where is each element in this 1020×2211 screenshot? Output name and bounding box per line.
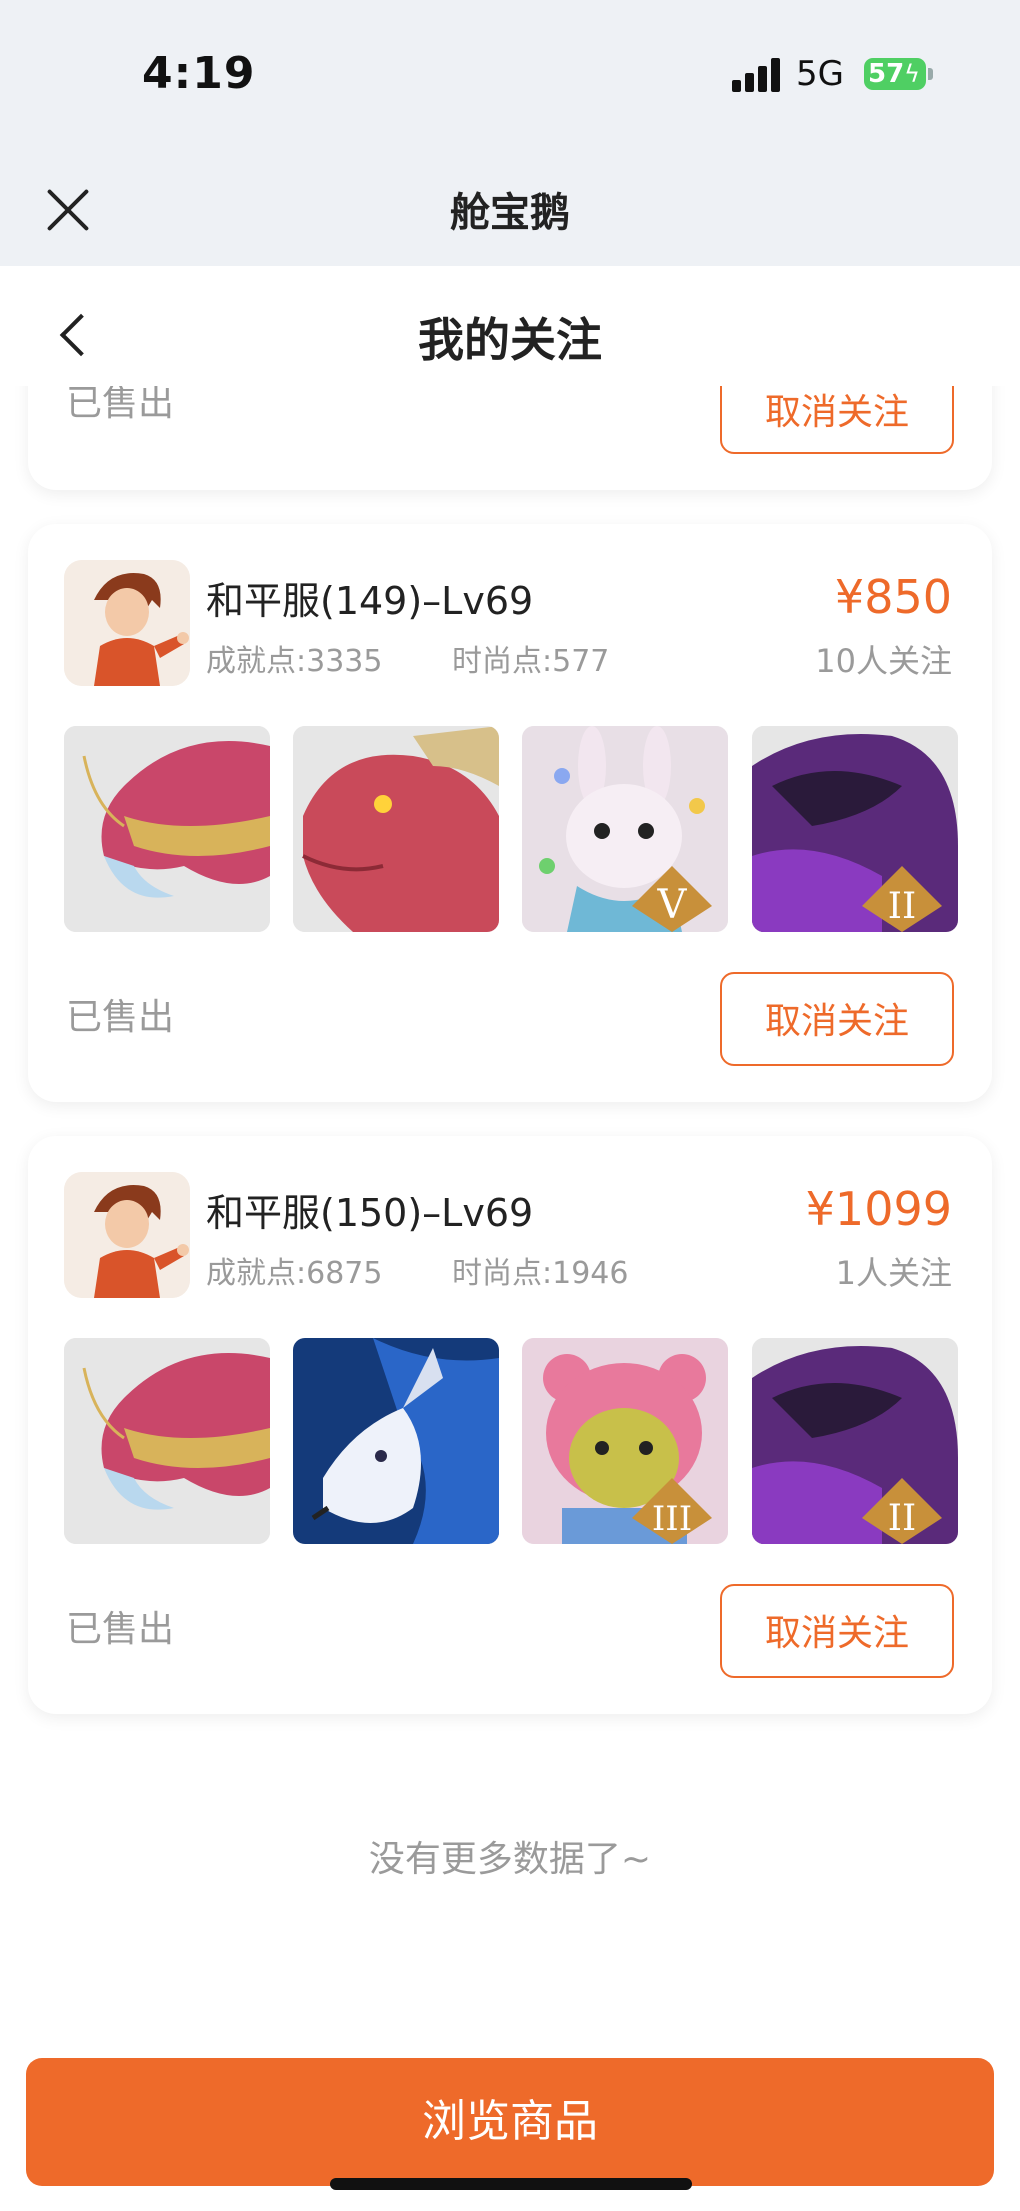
pink-bear-thumbnail[interactable]: III [522,1338,728,1544]
battery-level: 57 [868,59,905,89]
svg-text:II: II [888,1498,916,1539]
red-dragon-thumbnail[interactable] [293,726,499,932]
blue-deer-thumbnail[interactable] [293,1338,499,1544]
unfollow-button[interactable]: 取消关注 [720,972,954,1066]
followed-item-card[interactable]: 和平服(149)–Lv69 成就点:3335 时尚点:577 ¥850 10人关… [28,524,992,1102]
pink-dragon-thumbnail[interactable] [64,726,270,932]
signal-icon [732,58,782,92]
no-more-data-text: 没有更多数据了~ [368,1839,652,1880]
character-avatar [64,1172,190,1298]
battery-icon: 57 ϟ [864,58,926,90]
home-indicator[interactable] [330,2178,692,2190]
browse-products-button[interactable]: 浏览商品 [26,2058,994,2186]
fashion-points: 时尚点:1946 [452,1256,629,1291]
page-title: 我的关注 [418,313,602,367]
item-price: ¥850 [834,570,952,624]
item-name: 和平服(150)–Lv69 [206,1191,534,1235]
follower-count: 1人关注 [835,1254,952,1292]
mini-program-title: 舱宝鹅 [450,190,570,236]
top-bar: 4:19 5G 57 ϟ 舱宝鹅 [0,0,1020,266]
character-avatar [64,560,190,686]
pink-dragon-thumbnail[interactable] [64,1338,270,1544]
purple-dragon-thumbnail[interactable]: II [752,1338,958,1544]
svg-text:II: II [888,886,916,927]
item-thumbnails: V II [64,726,958,932]
item-price: ¥1099 [805,1182,952,1236]
white-rabbit-thumbnail[interactable]: V [522,726,728,932]
charging-bolt-icon: ϟ [904,60,920,88]
status-time: 4:19 [142,48,256,99]
achievement-points: 成就点:3335 [206,644,383,679]
purple-dragon-thumbnail[interactable]: II [752,726,958,932]
fashion-points: 时尚点:577 [452,644,610,679]
item-thumbnails: III II [64,1338,958,1544]
followed-item-card[interactable]: 和平服(150)–Lv69 成就点:6875 时尚点:1946 ¥1099 1人… [28,1136,992,1714]
sold-status: 已售出 [66,997,175,1038]
svg-text:III: III [652,1499,692,1539]
unfollow-button[interactable]: 取消关注 [720,1584,954,1678]
svg-text:V: V [657,882,688,928]
achievement-points: 成就点:6875 [206,1256,383,1291]
battery-tip [928,68,933,80]
network-label: 5G [796,54,844,94]
sold-status: 已售出 [66,1609,175,1650]
item-name: 和平服(149)–Lv69 [206,579,534,623]
follower-count: 10人关注 [815,642,952,680]
